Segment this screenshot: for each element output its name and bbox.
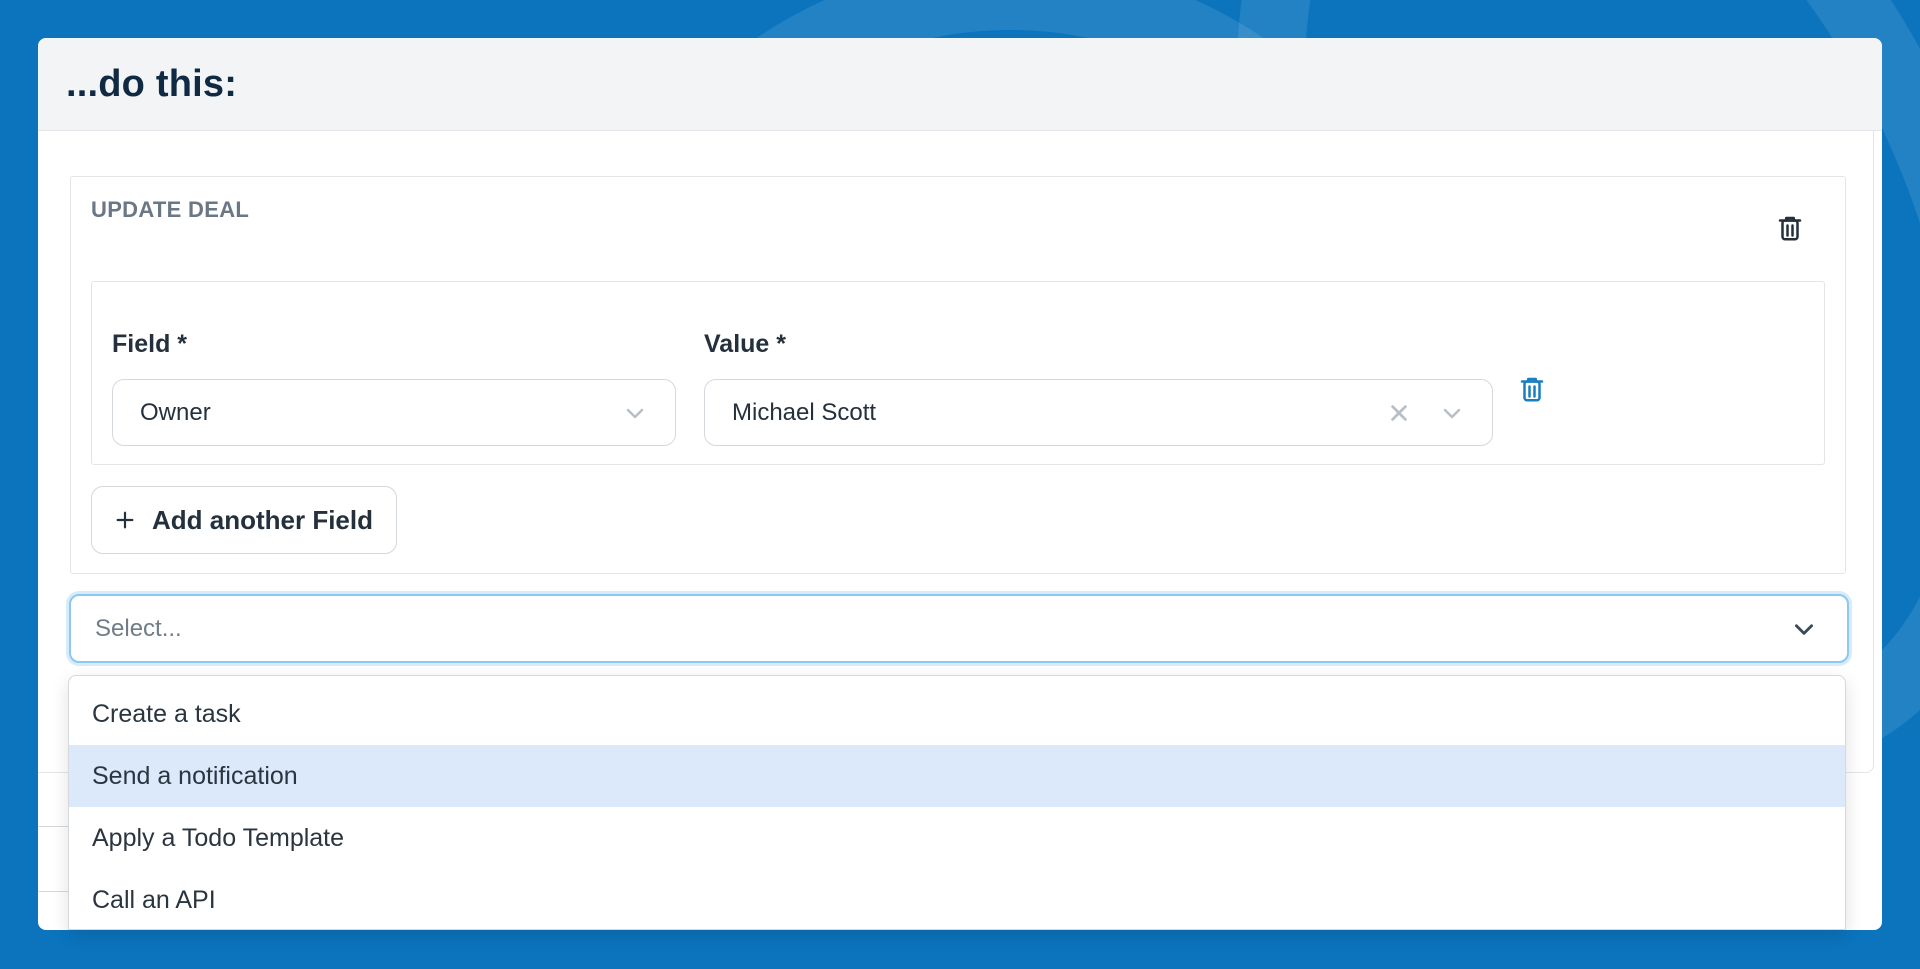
- value-label: Value *: [704, 330, 786, 358]
- delete-action-button[interactable]: [1775, 213, 1805, 243]
- delete-field-row-button[interactable]: [1517, 373, 1547, 405]
- field-select[interactable]: Owner: [112, 379, 676, 446]
- field-label: Field *: [112, 330, 188, 358]
- chevron-down-icon: [1443, 408, 1461, 419]
- value-select[interactable]: Michael Scott: [704, 379, 1493, 446]
- value-select-value: Michael Scott: [732, 398, 877, 426]
- field-select-value: Owner: [140, 398, 211, 426]
- clear-icon[interactable]: [1388, 402, 1410, 424]
- action-type-menu: Create a task Send a notification Apply …: [68, 675, 1846, 930]
- field-row: Field * Value * Owner Michael Scott: [91, 281, 1825, 465]
- plus-icon: [116, 511, 134, 529]
- card-header: ...do this:: [38, 38, 1882, 131]
- card-title: ...do this:: [66, 62, 238, 105]
- add-field-label: Add another Field: [152, 504, 373, 535]
- menu-item-call-api[interactable]: Call an API: [69, 869, 1845, 929]
- add-another-field-button[interactable]: Add another Field: [91, 486, 397, 554]
- trash-icon: [1520, 377, 1544, 402]
- menu-item-create-task[interactable]: Create a task: [69, 683, 1845, 745]
- action-title: UPDATE DEAL: [91, 197, 250, 222]
- trash-icon: [1778, 216, 1802, 241]
- menu-item-send-notification[interactable]: Send a notification: [69, 745, 1845, 807]
- action-type-select[interactable]: Select...: [69, 594, 1849, 663]
- chevron-down-icon: [1795, 624, 1813, 635]
- update-deal-action: UPDATE DEAL Field * Value * Owner Michae…: [70, 176, 1846, 574]
- action-type-placeholder: Select...: [95, 614, 182, 642]
- chevron-down-icon: [626, 408, 644, 419]
- menu-item-apply-todo-template[interactable]: Apply a Todo Template: [69, 807, 1845, 869]
